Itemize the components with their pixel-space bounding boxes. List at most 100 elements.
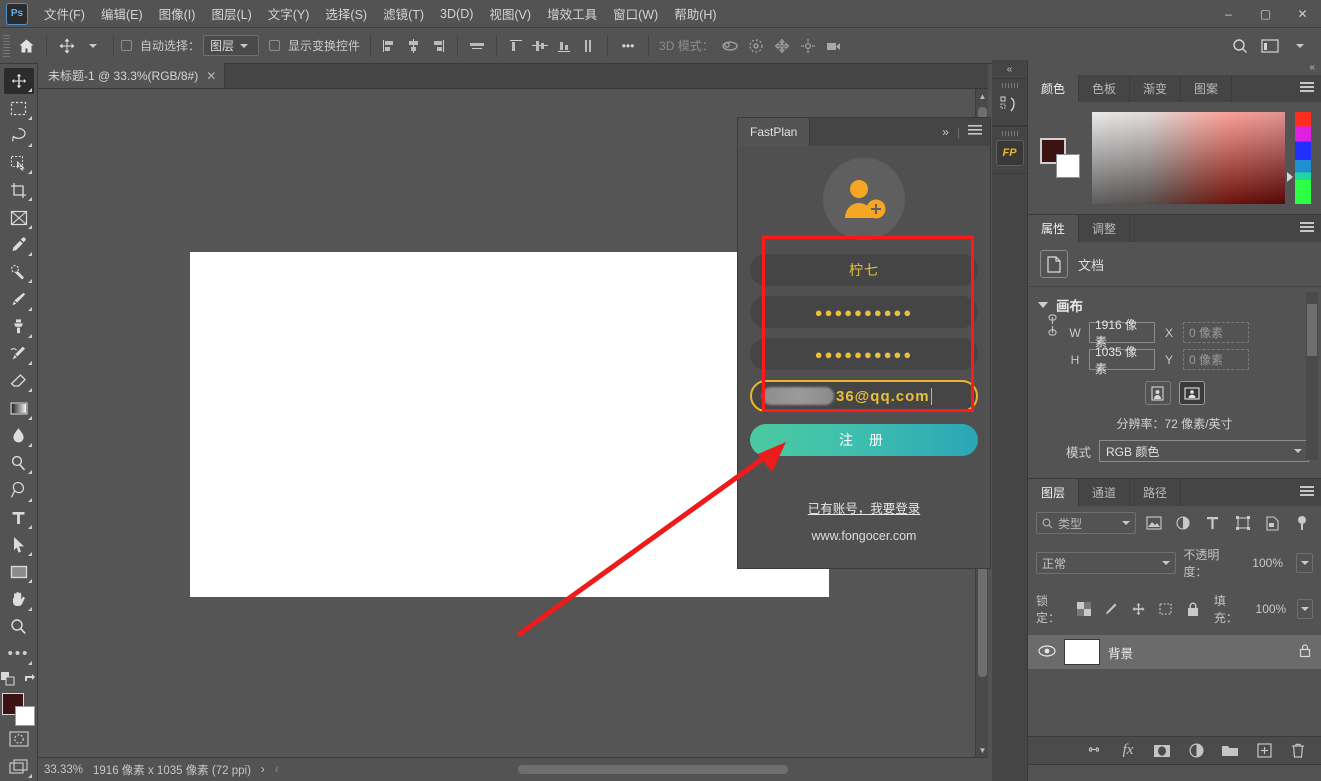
tool-quick-selection[interactable] [4, 150, 34, 176]
tool-gradient[interactable] [4, 395, 34, 421]
search-icon[interactable] [1227, 34, 1253, 58]
slide-3d-icon[interactable] [795, 34, 821, 58]
tool-history-brush[interactable] [4, 341, 34, 367]
tab-channels[interactable]: 通道 [1079, 479, 1131, 506]
default-colors-icon[interactable] [0, 672, 17, 691]
adjustment-layer-icon[interactable] [1187, 742, 1205, 760]
distribute-vertically-icon[interactable] [576, 35, 600, 57]
tool-lasso[interactable] [4, 123, 34, 149]
canvas-horizontal-scroll-thumb[interactable] [518, 765, 788, 774]
tool-clone-stamp[interactable] [4, 314, 34, 340]
canvas-height-input[interactable]: 1035 像素 [1089, 345, 1155, 376]
move-tool-icon[interactable] [54, 34, 80, 58]
workspace-icon[interactable] [1257, 34, 1283, 58]
new-group-icon[interactable] [1221, 742, 1239, 760]
menu-item-layer[interactable]: 图层(L) [203, 0, 259, 27]
tool-move[interactable] [3, 68, 34, 95]
close-icon[interactable]: ✕ [206, 69, 216, 83]
tool-frame[interactable] [4, 204, 34, 230]
document-tab[interactable]: 未标题-1 @ 33.3%(RGB/8#) ✕ [38, 63, 226, 88]
minimize-button[interactable]: – [1210, 0, 1247, 28]
canvas-horizontal-scrollbar[interactable] [518, 763, 1058, 776]
table-row[interactable]: 背景 [1028, 635, 1321, 669]
more-options-icon[interactable]: ••• [615, 34, 641, 58]
fill-stepper[interactable] [1297, 599, 1313, 619]
color-mode-dropdown[interactable]: RGB 颜色 [1099, 440, 1309, 462]
password-input[interactable]: ●●●●●●●●●● [750, 296, 978, 328]
align-right-edges-icon[interactable] [426, 35, 450, 57]
tool-healing-brush[interactable] [4, 259, 34, 285]
align-horizontal-centers-icon[interactable] [402, 35, 426, 57]
align-top-edges-icon[interactable] [504, 35, 528, 57]
menu-item-window[interactable]: 窗口(W) [605, 0, 666, 27]
tab-swatches[interactable]: 色板 [1079, 75, 1131, 102]
canvas-y-input[interactable]: 0 像素 [1183, 349, 1249, 370]
collapse-icon[interactable]: » [942, 125, 949, 139]
menu-item-filter[interactable]: 滤镜(T) [375, 0, 432, 27]
login-link[interactable]: 已有账号，我要登录 [738, 498, 990, 517]
tab-adjustments[interactable]: 调整 [1079, 215, 1131, 242]
actions-history-icon[interactable] [996, 92, 1024, 118]
canvas-width-input[interactable]: 1916 像素 [1089, 318, 1155, 349]
tool-path-selection[interactable] [4, 532, 34, 558]
roll-3d-icon[interactable] [743, 34, 769, 58]
document-canvas[interactable] [190, 252, 829, 597]
distribute-horizontally-icon[interactable] [465, 35, 489, 57]
filter-toggle-icon[interactable] [1290, 512, 1313, 534]
panel-menu-icon[interactable] [1300, 486, 1314, 498]
rotate-3d-icon[interactable] [717, 34, 743, 58]
camera-3d-icon[interactable] [821, 34, 847, 58]
pixel-filter-icon[interactable] [1143, 512, 1166, 534]
landscape-orientation-icon[interactable] [1178, 381, 1205, 405]
menu-item-3d[interactable]: 3D(D) [432, 3, 481, 25]
color-spectrum[interactable] [1092, 112, 1285, 204]
layer-visibility-icon[interactable] [1038, 644, 1056, 660]
tool-marquee[interactable] [4, 95, 34, 121]
tool-edit-toolbar[interactable]: ••• [4, 641, 34, 667]
register-button[interactable]: 注 册 [750, 424, 978, 456]
username-input[interactable]: 柠七 [750, 254, 978, 286]
type-filter-icon[interactable] [1202, 512, 1225, 534]
menu-item-plugins[interactable]: 增效工具 [539, 0, 605, 27]
maximize-button[interactable]: ▢ [1247, 0, 1284, 28]
tool-blur[interactable] [4, 423, 34, 449]
portrait-orientation-icon[interactable] [1144, 381, 1171, 405]
quick-mask-icon[interactable] [4, 726, 34, 752]
background-color-swatch[interactable] [14, 706, 35, 727]
adjustment-filter-icon[interactable] [1172, 512, 1195, 534]
align-vertical-centers-icon[interactable] [528, 35, 552, 57]
tab-color[interactable]: 颜色 [1028, 75, 1080, 102]
shape-filter-icon[interactable] [1231, 512, 1254, 534]
tool-type[interactable] [4, 505, 34, 531]
screen-mode-icon[interactable] [4, 754, 34, 780]
layer-thumbnail[interactable] [1064, 639, 1100, 665]
pan-3d-icon[interactable] [769, 34, 795, 58]
tool-dodge[interactable] [4, 450, 34, 476]
tab-paths[interactable]: 路径 [1130, 479, 1182, 506]
menu-item-view[interactable]: 视图(V) [481, 0, 539, 27]
tool-brush[interactable] [4, 286, 34, 312]
status-collapse-arrow[interactable]: ‹ [275, 764, 279, 776]
opacity-input[interactable]: 100% [1246, 553, 1289, 573]
layer-mask-icon[interactable] [1153, 742, 1171, 760]
workspace-chevron-icon[interactable] [1287, 34, 1313, 58]
swap-colors-icon[interactable] [23, 672, 37, 691]
menu-item-edit[interactable]: 编辑(E) [93, 0, 151, 27]
email-input[interactable]: 36@qq.com [750, 380, 978, 412]
link-layers-icon[interactable] [1085, 742, 1103, 760]
opacity-stepper[interactable] [1296, 553, 1313, 573]
tab-patterns[interactable]: 图案 [1181, 75, 1233, 102]
home-icon[interactable] [13, 34, 39, 58]
link-dimensions-icon[interactable] [1046, 314, 1059, 339]
tab-fastplan[interactable]: FastPlan [738, 118, 811, 146]
color-swatches[interactable] [1, 693, 36, 727]
blend-mode-dropdown[interactable]: 正常 [1036, 552, 1177, 574]
auto-select-scope-dropdown[interactable]: 图层 [203, 35, 260, 56]
align-left-edges-icon[interactable] [378, 35, 402, 57]
tool-pen[interactable] [4, 477, 34, 503]
lock-all-icon[interactable] [1183, 598, 1203, 620]
rail-grip[interactable] [1001, 131, 1018, 136]
fill-input[interactable]: 100% [1251, 599, 1290, 619]
status-expand-arrow[interactable]: › [261, 764, 265, 776]
lock-image-icon[interactable] [1101, 598, 1121, 620]
